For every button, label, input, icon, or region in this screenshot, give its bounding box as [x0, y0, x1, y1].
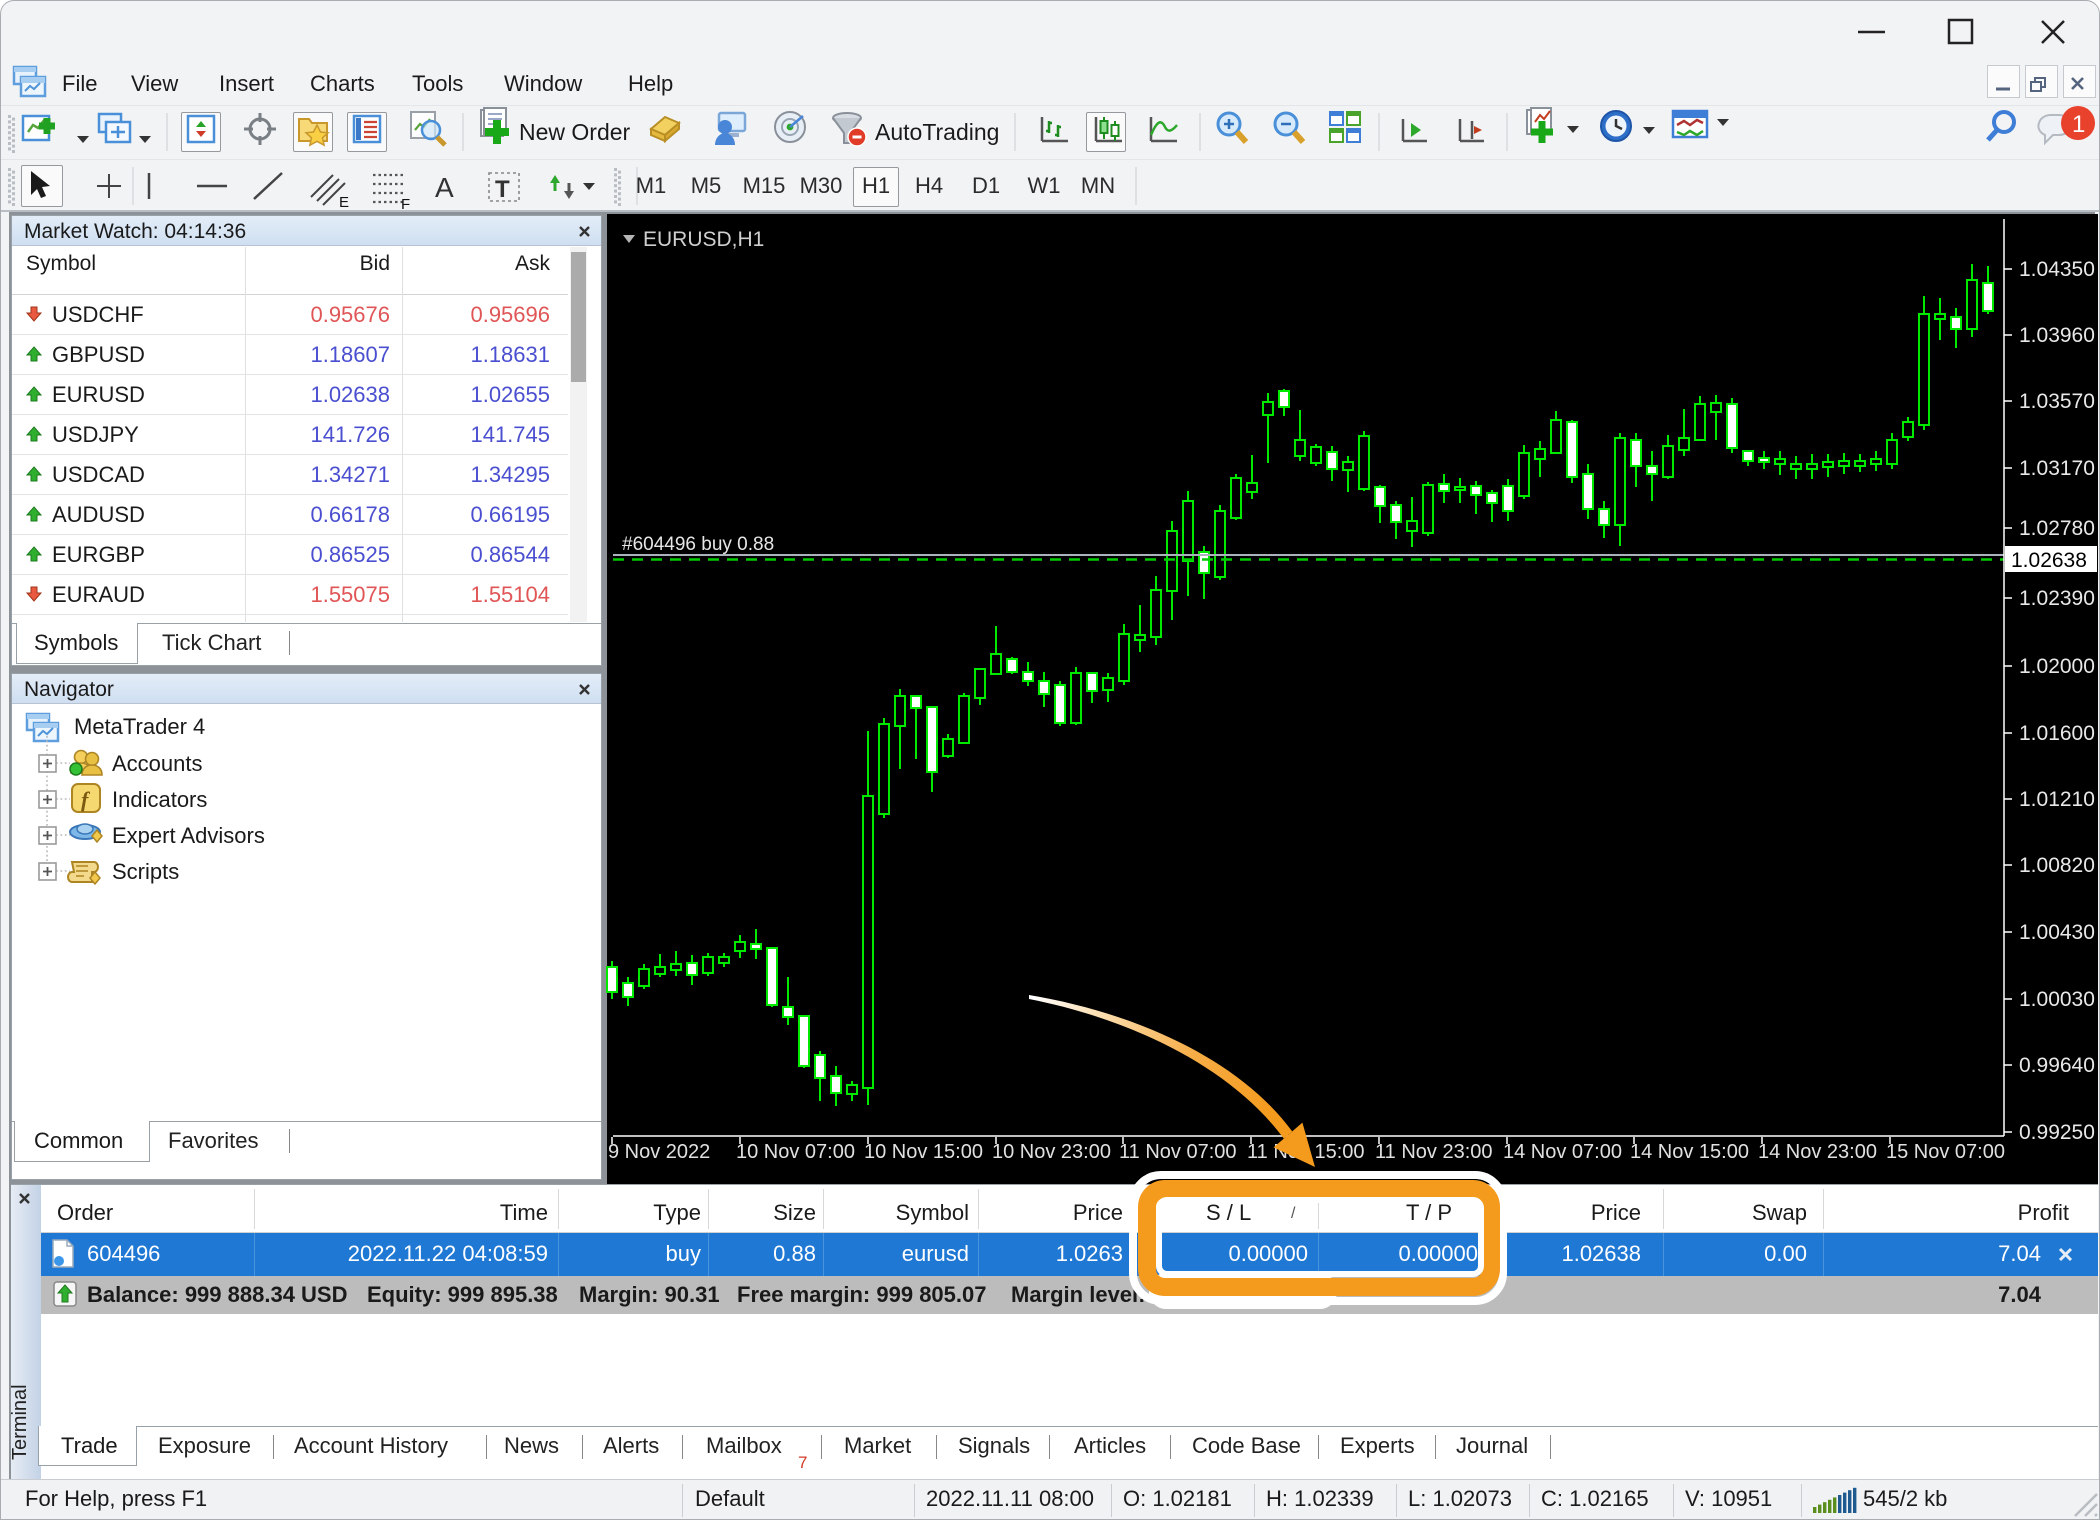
- svg-text:1.04350: 1.04350: [2019, 258, 2095, 281]
- svg-text:1.02780: 1.02780: [2019, 517, 2095, 540]
- svg-text:1: 1: [2072, 111, 2085, 138]
- svg-text:10 Nov 23:00: 10 Nov 23:00: [992, 1141, 1111, 1163]
- svg-text:1.00030: 1.00030: [2019, 988, 2095, 1011]
- svg-text:14 Nov 07:00: 14 Nov 07:00: [1503, 1141, 1622, 1163]
- svg-text:0.99640: 0.99640: [2019, 1054, 2095, 1077]
- svg-text:1.01210: 1.01210: [2019, 788, 2095, 811]
- svg-text:1.02000: 1.02000: [2019, 655, 2095, 678]
- svg-text:T: T: [495, 176, 510, 203]
- svg-text:E: E: [339, 194, 349, 211]
- svg-text:A: A: [435, 172, 454, 203]
- svg-text:1.03170: 1.03170: [2019, 457, 2095, 480]
- svg-text:15 Nov 07:00: 15 Nov 07:00: [1886, 1141, 2005, 1163]
- svg-text:#604496 buy 0.88: #604496 buy 0.88: [622, 534, 774, 555]
- svg-text:1.03960: 1.03960: [2019, 324, 2095, 347]
- svg-text:1.00820: 1.00820: [2019, 854, 2095, 877]
- svg-text:EURUSD,H1: EURUSD,H1: [643, 228, 764, 251]
- svg-text:9 Nov 2022: 9 Nov 2022: [608, 1141, 710, 1163]
- svg-text:1.03570: 1.03570: [2019, 390, 2095, 413]
- svg-text:14 Nov 23:00: 14 Nov 23:00: [1758, 1141, 1877, 1163]
- svg-text:11 Nov 07:00: 11 Nov 07:00: [1119, 1141, 1237, 1163]
- svg-text:1.00430: 1.00430: [2019, 921, 2095, 944]
- svg-text:11 Nov 15:00: 11 Nov 15:00: [1247, 1141, 1365, 1163]
- svg-text:11 Nov 23:00: 11 Nov 23:00: [1375, 1141, 1493, 1163]
- svg-text:0.99250: 0.99250: [2019, 1121, 2095, 1144]
- svg-text:10 Nov 15:00: 10 Nov 15:00: [864, 1141, 983, 1163]
- svg-text:F: F: [401, 196, 410, 213]
- svg-text:10 Nov 07:00: 10 Nov 07:00: [736, 1141, 855, 1163]
- svg-text:1.02390: 1.02390: [2019, 587, 2095, 610]
- svg-text:14 Nov 15:00: 14 Nov 15:00: [1630, 1141, 1749, 1163]
- svg-text:1.02638: 1.02638: [2011, 549, 2087, 572]
- svg-text:1.01600: 1.01600: [2019, 722, 2095, 745]
